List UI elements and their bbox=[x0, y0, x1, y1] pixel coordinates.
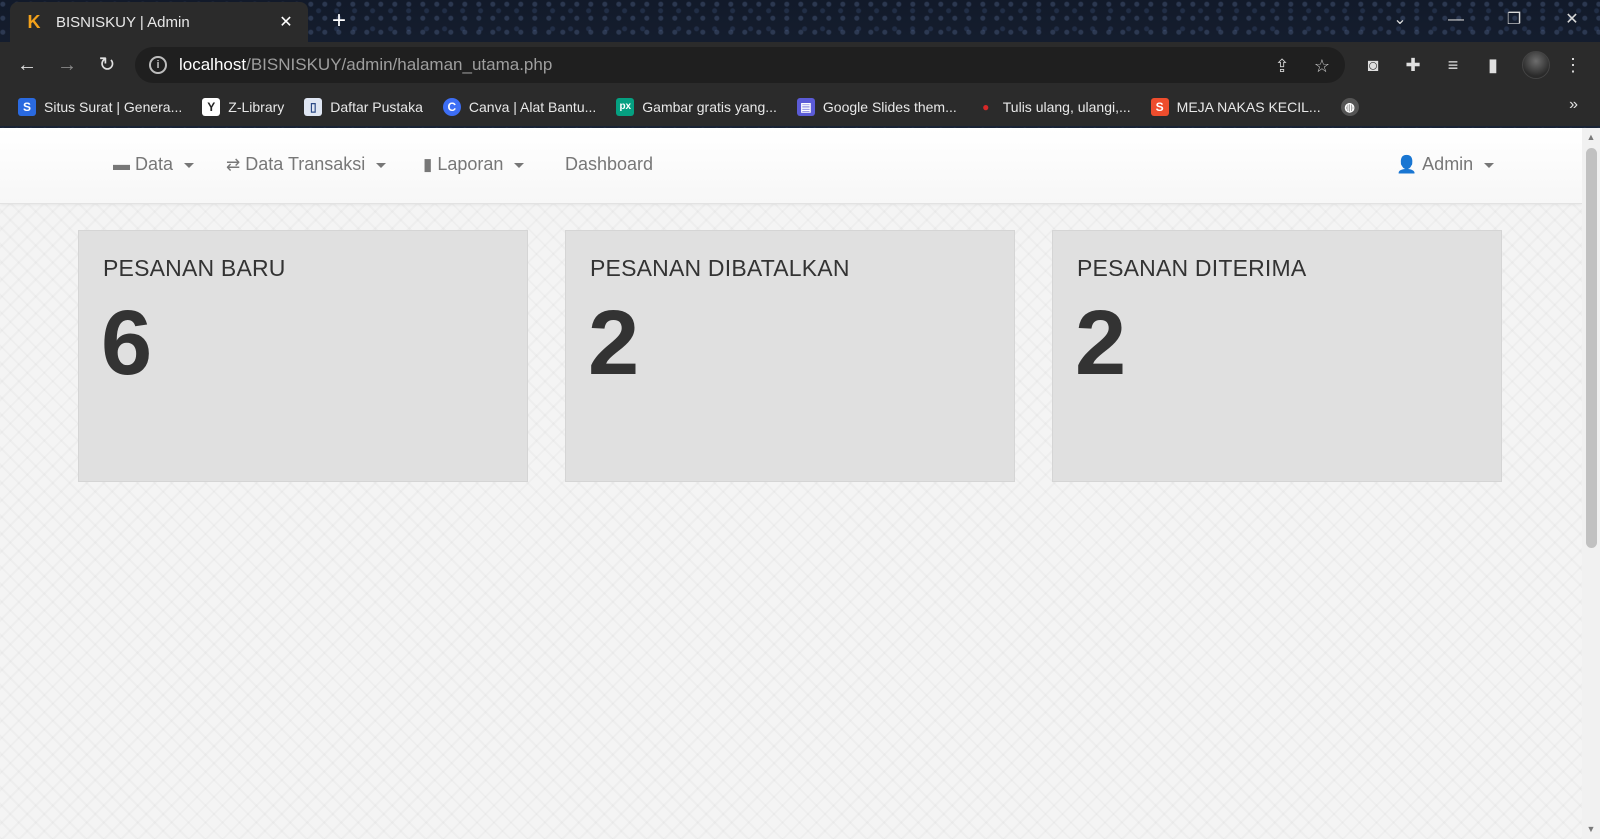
admin-navbar: ▬ Data ⇄ Data Transaksi ▮ Laporan Dashbo… bbox=[0, 128, 1582, 204]
scroll-down-icon[interactable]: ▼ bbox=[1586, 824, 1596, 834]
caret-down-icon bbox=[376, 163, 387, 168]
user-icon: 👤 bbox=[1396, 154, 1418, 174]
bookmark-favicon-icon: ▤ bbox=[796, 98, 815, 116]
bookmark-item[interactable]: C Canva | Alat Bantu... bbox=[442, 98, 596, 116]
share-icon[interactable]: ⇪ bbox=[1271, 55, 1293, 77]
nav-dashboard-link[interactable]: Dashboard bbox=[565, 154, 653, 175]
tab-title: BISNISKUY | Admin bbox=[56, 13, 190, 31]
tab-strip: K BISNISKUY | Admin ✕ + ⌄ — ❐ ✕ bbox=[0, 0, 1600, 42]
bookmark-favicon-icon: C bbox=[442, 98, 461, 116]
stat-card-pesanan-baru: PESANAN BARU 6 bbox=[78, 230, 528, 482]
nav-laporan-dropdown[interactable]: ▮ Laporan bbox=[423, 154, 525, 175]
tab-search-icon[interactable]: ⌄ bbox=[1380, 4, 1420, 36]
bookmarks-bar: S Situs Surat | Genera... Y Z-Library ▯ … bbox=[0, 88, 1600, 126]
bookmark-item[interactable]: ● Tulis ulang, ulangi,... bbox=[977, 98, 1131, 116]
address-bar[interactable]: i localhost/BISNISKUY/admin/halaman_utam… bbox=[135, 47, 1345, 83]
bookmark-item[interactable]: ◍ bbox=[1340, 98, 1359, 116]
bookmark-favicon-icon: S bbox=[1150, 98, 1169, 116]
bookmark-item[interactable]: ▤ Google Slides them... bbox=[796, 98, 957, 116]
bookmark-favicon-icon: S bbox=[18, 98, 36, 116]
scrollbar-thumb[interactable] bbox=[1586, 148, 1597, 548]
bookmark-favicon-icon: Y bbox=[202, 98, 221, 116]
menu-icon[interactable]: ⋮ bbox=[1560, 52, 1586, 78]
stat-card-pesanan-diterima: PESANAN DITERIMA 2 bbox=[1052, 230, 1502, 482]
bookmark-item[interactable]: px Gambar gratis yang... bbox=[616, 98, 777, 116]
bookmark-item[interactable]: Y Z-Library bbox=[202, 98, 284, 116]
profile-avatar[interactable] bbox=[1522, 51, 1550, 79]
stat-card-value: 2 bbox=[1075, 292, 1127, 394]
reload-icon[interactable]: ↻ bbox=[92, 50, 122, 80]
nav-admin-dropdown[interactable]: 👤 Admin bbox=[1396, 154, 1495, 175]
nav-data-label: Data bbox=[135, 154, 174, 174]
restore-icon[interactable]: ❐ bbox=[1494, 4, 1534, 36]
bookmark-item[interactable]: ▯ Daftar Pustaka bbox=[304, 98, 423, 116]
stat-card-pesanan-dibatalkan: PESANAN DIBATALKAN 2 bbox=[565, 230, 1015, 482]
stat-card-value: 6 bbox=[101, 292, 153, 394]
close-tab-icon[interactable]: ✕ bbox=[276, 12, 296, 32]
globe-icon: ◍ bbox=[1340, 98, 1359, 116]
bookmark-favicon-icon: ● bbox=[982, 100, 990, 114]
close-window-icon[interactable]: ✕ bbox=[1552, 4, 1592, 36]
bookmark-star-icon[interactable]: ☆ bbox=[1311, 55, 1333, 77]
browser-chrome: K BISNISKUY | Admin ✕ + ⌄ — ❐ ✕ ← → ↻ i … bbox=[0, 0, 1600, 128]
side-panel-icon[interactable]: ▮ bbox=[1480, 52, 1506, 78]
nav-admin-label: Admin bbox=[1422, 154, 1474, 174]
media-control-icon[interactable]: ≡ bbox=[1440, 52, 1466, 78]
nav-dashboard-label: Dashboard bbox=[565, 154, 654, 174]
stat-card-value: 2 bbox=[588, 292, 640, 394]
stat-card-label: PESANAN DIBATALKAN bbox=[590, 255, 850, 281]
minimize-icon[interactable]: — bbox=[1436, 4, 1476, 36]
scroll-up-icon[interactable]: ▲ bbox=[1586, 132, 1596, 142]
bookmark-favicon-icon: px bbox=[616, 98, 635, 116]
bookmark-favicon-icon: ▯ bbox=[304, 98, 323, 116]
browser-tab[interactable]: K BISNISKUY | Admin ✕ bbox=[10, 2, 308, 42]
page-content: ▬ Data ⇄ Data Transaksi ▮ Laporan Dashbo… bbox=[0, 128, 1582, 839]
site-favicon-icon: K bbox=[27, 12, 41, 32]
nav-laporan-label: Laporan bbox=[437, 154, 504, 174]
more-bookmarks-icon[interactable]: » bbox=[1569, 96, 1578, 114]
caret-down-icon bbox=[1484, 163, 1495, 168]
nav-transaksi-label: Data Transaksi bbox=[245, 154, 366, 174]
stat-card-label: PESANAN BARU bbox=[103, 255, 286, 281]
extensions-icon[interactable]: ✚ bbox=[1400, 52, 1426, 78]
nav-transaksi-dropdown[interactable]: ⇄ Data Transaksi bbox=[226, 154, 387, 175]
page-scrollbar[interactable]: ▲ ▼ bbox=[1582, 128, 1600, 839]
stat-card-label: PESANAN DITERIMA bbox=[1077, 255, 1307, 281]
nav-data-dropdown[interactable]: ▬ Data bbox=[113, 154, 195, 175]
caret-down-icon bbox=[184, 163, 195, 168]
browser-toolbar: ← → ↻ i localhost/BISNISKUY/admin/halama… bbox=[0, 42, 1600, 88]
back-icon[interactable]: ← bbox=[12, 50, 42, 80]
site-info-icon[interactable]: i bbox=[149, 56, 167, 74]
retweet-icon: ⇄ bbox=[226, 154, 241, 174]
bookmark-item[interactable]: S MEJA NAKAS KECIL... bbox=[1150, 98, 1321, 116]
folder-icon: ▬ bbox=[113, 154, 130, 174]
forward-icon[interactable]: → bbox=[52, 50, 82, 80]
bookmark-item[interactable]: S Situs Surat | Genera... bbox=[18, 98, 182, 116]
caret-down-icon bbox=[514, 163, 525, 168]
address-url[interactable]: localhost/BISNISKUY/admin/halaman_utama.… bbox=[179, 55, 552, 75]
camera-icon[interactable]: ◙ bbox=[1360, 52, 1386, 78]
bar-chart-icon: ▮ bbox=[423, 154, 433, 174]
new-tab-icon[interactable]: + bbox=[325, 7, 353, 35]
